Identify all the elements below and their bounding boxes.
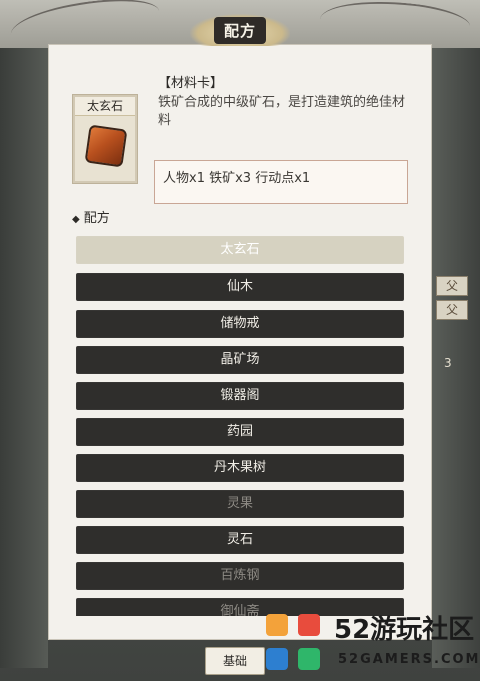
watermark-circle-icon [266,614,288,636]
side-count: 3 [444,356,452,370]
recipe-cost-text: 人物x1 铁矿x3 行动点x1 [163,171,311,186]
recipe-cost-box: 人物x1 铁矿x3 行动点x1 [154,160,408,204]
title-plate: 配方 [190,14,290,46]
basic-tab-button[interactable]: 基础 [205,647,265,675]
page-title: 配方 [213,16,266,44]
recipe-item-6[interactable]: 丹木果树 [76,454,404,482]
item-description: 铁矿合成的中级矿石，是打造建筑的绝佳材料 [158,95,406,128]
diamond-bullet-icon: ◆ [72,214,80,225]
recipe-item-0[interactable]: 太玄石 [76,236,404,264]
right-game-board [432,48,480,668]
side-tag-2[interactable]: 父 [436,300,468,320]
watermark-triangle-icon [298,614,320,636]
recipe-item-8[interactable]: 灵石 [76,526,404,554]
recipe-section-label: 配方 [83,211,110,226]
recipe-item-5[interactable]: 药园 [76,418,404,446]
side-tag-1[interactable]: 父 [436,276,468,296]
recipe-item-2[interactable]: 储物戒 [76,310,404,338]
recipe-section-header: ◆ 配方 [72,207,110,226]
watermark-url: 52GAMERS.COM [338,652,480,667]
recipe-item-1[interactable]: 仙木 [76,273,404,301]
item-card-name: 太玄石 [75,97,135,116]
recipe-list[interactable]: 太玄石 仙木 储物戒 晶矿场 锻器阁 药园 丹木果树 灵果 灵石 百炼钢 御仙斋 [76,236,404,616]
watermark-square-icon [266,648,288,670]
item-card[interactable]: 太玄石 [73,95,137,183]
ore-stone-icon [84,124,128,168]
recipe-item-7[interactable]: 灵果 [76,490,404,518]
recipe-item-3[interactable]: 晶矿场 [76,346,404,374]
item-type-heading: 【材料卡】 [158,76,224,91]
recipe-item-9[interactable]: 百炼钢 [76,562,404,590]
recipe-item-4[interactable]: 锻器阁 [76,382,404,410]
watermark-cross-icon [298,648,320,670]
left-game-board [0,48,48,668]
watermark-title: 52游玩社区 [334,615,475,645]
